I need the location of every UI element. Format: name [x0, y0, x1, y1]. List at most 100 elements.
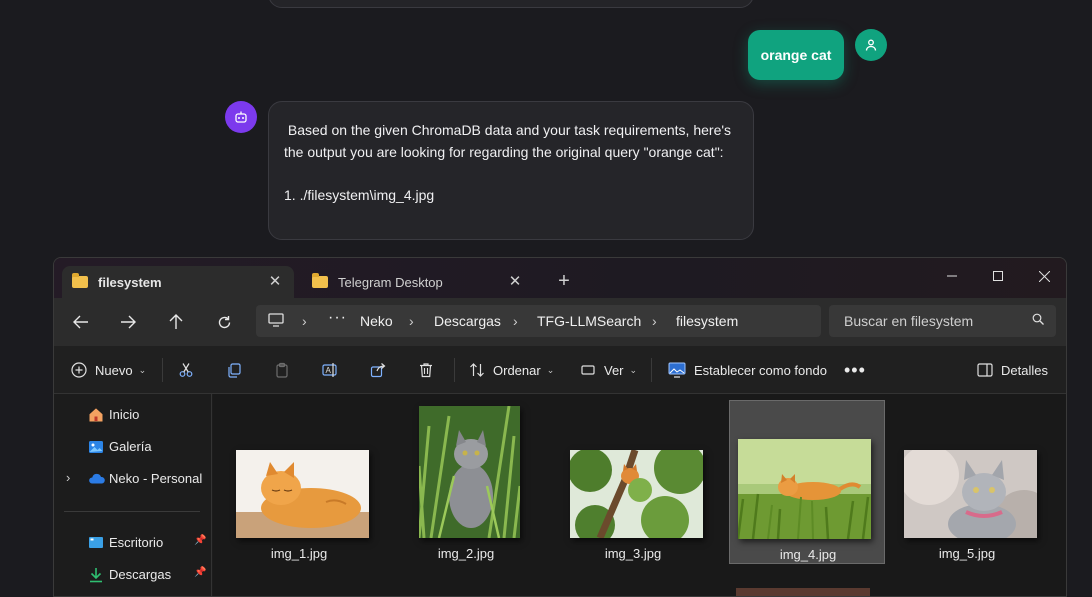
bot-message-bubble: Based on the given ChromaDB data and you…	[268, 101, 754, 240]
user-message-bubble: orange cat	[748, 30, 844, 80]
set-background-button[interactable]: Establecer como fondo	[668, 358, 827, 382]
sidebar-item-label: Descargas	[109, 567, 172, 582]
pin-icon: 📌	[194, 535, 207, 546]
file-explorer-window: filesystem ✕ Telegram Desktop ✕ + › ··· …	[53, 257, 1067, 597]
sidebar-item-downloads[interactable]: Descargas 📌	[54, 561, 212, 589]
file-name: img_2.jpg	[437, 546, 495, 561]
file-name: img_1.jpg	[270, 546, 328, 561]
chevron-down-icon: ⌄	[629, 364, 638, 375]
trash-icon	[420, 363, 432, 378]
sort-button[interactable]: Ordenar ⌄	[469, 358, 554, 382]
back-arrow-icon[interactable]	[67, 308, 95, 336]
new-button[interactable]: Nuevo ⌄	[71, 358, 146, 382]
download-icon	[88, 567, 104, 583]
desktop-icon	[88, 535, 104, 551]
more-options-button[interactable]: •••	[844, 358, 866, 382]
share-icon	[370, 363, 386, 378]
image-thumbnail	[904, 450, 1037, 538]
tab-telegram-desktop[interactable]: Telegram Desktop ✕	[302, 266, 534, 298]
chat-area: orange cat Based on the given ChromaDB d…	[0, 0, 1092, 256]
new-label: Nuevo	[95, 362, 133, 378]
sidebar-item-label: Inicio	[109, 407, 140, 422]
search-icon	[1032, 312, 1044, 328]
previous-message-bubble	[268, 0, 754, 8]
sidebar-item-label: Escritorio	[109, 535, 164, 550]
user-message-text: orange cat	[760, 47, 832, 63]
details-button[interactable]: Detalles	[977, 358, 1048, 382]
toolbar-divider	[651, 358, 652, 382]
up-arrow-icon[interactable]	[162, 308, 190, 336]
image-thumbnail	[236, 450, 369, 538]
chevron-right-icon: ›	[652, 313, 657, 329]
pin-icon: 📌	[194, 567, 207, 578]
rename-icon: A	[322, 363, 337, 377]
sidebar-divider	[64, 511, 200, 512]
image-thumbnail	[738, 439, 871, 539]
title-bar: filesystem ✕ Telegram Desktop ✕ +	[54, 258, 1066, 298]
chevron-right-icon[interactable]: ›	[66, 470, 70, 485]
refresh-icon[interactable]	[210, 308, 238, 336]
user-avatar-icon	[855, 29, 887, 61]
sidebar-item-onedrive[interactable]: › Neko - Personal	[54, 465, 212, 493]
image-thumbnail	[419, 406, 520, 538]
file-item-selected[interactable]: img_4.jpg	[729, 400, 885, 564]
file-item[interactable]: img_3.jpg	[555, 400, 711, 564]
sidebar-item-gallery[interactable]: Galería	[54, 433, 212, 461]
image-thumbnail	[570, 450, 703, 538]
file-item[interactable]: img_1.jpg	[221, 400, 377, 564]
navigation-bar: › ··· Neko › Descargas › TFG-LLMSearch ›…	[54, 298, 1066, 346]
sidebar-item-home[interactable]: Inicio	[54, 401, 212, 429]
tab-label: Telegram Desktop	[338, 274, 443, 290]
minimize-button[interactable]	[929, 262, 975, 290]
file-name: img_3.jpg	[604, 546, 662, 561]
file-grid: img_1.jpg img_2.jpg img_3.jpg img_4.jpg …	[213, 394, 1066, 596]
tab-filesystem[interactable]: filesystem ✕	[62, 266, 294, 298]
bot-avatar-icon	[225, 101, 257, 133]
close-tab-icon[interactable]: ✕	[266, 273, 284, 291]
view-button[interactable]: Ver ⌄	[580, 358, 637, 382]
more-breadcrumbs-icon[interactable]: ···	[328, 309, 347, 327]
search-placeholder: Buscar en filesystem	[844, 313, 974, 329]
address-bar[interactable]: › ··· Neko › Descargas › TFG-LLMSearch ›…	[256, 305, 821, 337]
forward-arrow-icon[interactable]	[114, 308, 142, 336]
paste-button[interactable]	[274, 358, 290, 382]
plus-circle-icon	[71, 362, 87, 378]
cloud-icon	[88, 471, 105, 487]
breadcrumb-item[interactable]: Descargas	[434, 313, 501, 329]
navigation-pane: Inicio Galería › Neko - Personal Escrito…	[54, 394, 212, 596]
breadcrumb-item[interactable]: Neko	[360, 313, 393, 329]
rename-button[interactable]: A	[322, 358, 338, 382]
breadcrumb-item[interactable]: filesystem	[676, 313, 738, 329]
sidebar-item-desktop[interactable]: Escritorio 📌	[54, 529, 212, 557]
close-window-button[interactable]	[1021, 262, 1066, 290]
computer-icon	[268, 313, 284, 330]
folder-icon	[72, 273, 88, 288]
chevron-down-icon: ⌄	[546, 364, 555, 375]
command-bar: Nuevo ⌄ A Ordenar ⌄ Ver ⌄ Establecer com…	[54, 346, 1066, 394]
search-input[interactable]: Buscar en filesystem	[829, 305, 1056, 337]
gallery-icon	[88, 439, 104, 455]
close-tab-icon[interactable]: ✕	[506, 273, 524, 291]
clipboard-icon	[276, 362, 288, 378]
toolbar-divider	[454, 358, 455, 382]
file-item[interactable]: img_2.jpg	[388, 400, 544, 564]
tab-label: filesystem	[98, 274, 162, 290]
share-button[interactable]	[370, 358, 386, 382]
file-name: img_5.jpg	[938, 546, 996, 561]
home-icon	[88, 407, 104, 423]
file-item[interactable]: img_5.jpg	[889, 400, 1045, 564]
copy-icon	[228, 363, 241, 378]
details-pane-icon	[977, 363, 993, 377]
sort-icon	[470, 363, 484, 377]
folder-icon	[312, 273, 328, 288]
view-icon	[581, 365, 595, 375]
copy-button[interactable]	[226, 358, 242, 382]
view-label: Ver	[604, 362, 624, 378]
breadcrumb-item[interactable]: TFG-LLMSearch	[537, 313, 641, 329]
bot-message-text: Based on the given ChromaDB data and you…	[284, 122, 732, 203]
new-tab-button[interactable]: +	[554, 270, 574, 292]
cut-button[interactable]	[178, 358, 194, 382]
maximize-button[interactable]	[975, 262, 1021, 290]
ellipsis-icon: •••	[844, 359, 866, 380]
delete-button[interactable]	[418, 358, 434, 382]
